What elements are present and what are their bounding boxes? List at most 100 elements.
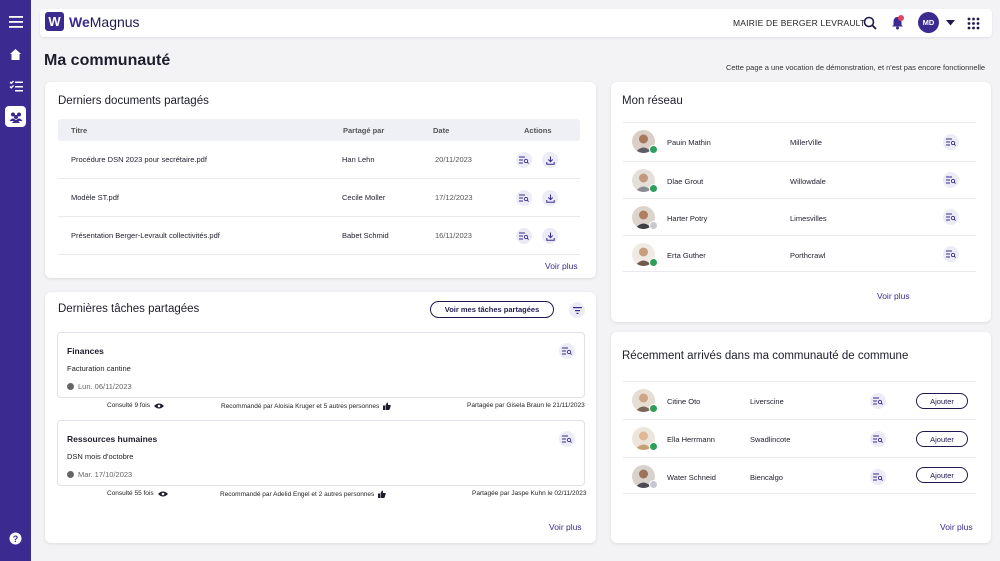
thumbs-up-icon bbox=[378, 490, 387, 498]
doc-date: 17/12/2023 bbox=[435, 193, 473, 202]
preview-icon[interactable] bbox=[559, 431, 575, 447]
online-status-icon bbox=[649, 145, 658, 154]
person-name[interactable]: Water Schneid bbox=[667, 473, 716, 482]
col-title: Titre bbox=[71, 126, 88, 135]
add-contact-button[interactable]: Ajouter bbox=[916, 467, 968, 483]
online-status-icon bbox=[649, 404, 658, 413]
tasks-card: Dernières tâches partagées Voir mes tâch… bbox=[45, 292, 596, 543]
person-name[interactable]: Dlae Grout bbox=[667, 177, 703, 186]
community-icon[interactable] bbox=[5, 106, 26, 127]
person-name[interactable]: Harter Potry bbox=[667, 214, 707, 223]
user-avatar[interactable]: MD bbox=[918, 12, 939, 33]
col-shared-by: Partagé par bbox=[343, 126, 385, 135]
profile-icon[interactable] bbox=[870, 393, 886, 409]
list-item[interactable]: Erta Guther Porthcrawl bbox=[623, 235, 976, 272]
person-name[interactable]: Citine Oto bbox=[667, 397, 700, 406]
list-item[interactable]: Citine Oto Liverscine Ajouter bbox=[623, 381, 976, 418]
home-icon[interactable] bbox=[5, 44, 26, 65]
task-shared-by: Partagée par Gisela Braun le 21/11/2023 bbox=[467, 402, 585, 409]
profile-icon[interactable] bbox=[870, 431, 886, 447]
documents-card: Derniers documents partagés Titre Partag… bbox=[45, 82, 596, 278]
page-title: Ma communauté bbox=[44, 52, 171, 69]
task-shared-by: Partagée par Jaspe Kuhn le 02/11/2023 bbox=[472, 490, 587, 497]
add-contact-button[interactable]: Ajouter bbox=[916, 393, 968, 409]
person-city: Porthcrawl bbox=[790, 251, 826, 260]
profile-icon[interactable] bbox=[870, 469, 886, 485]
menu-icon[interactable] bbox=[5, 11, 26, 32]
top-bar: W WeMagnus MAIRIE DE BERGER LEVRAULT MD bbox=[40, 9, 992, 37]
organization-name[interactable]: MAIRIE DE BERGER LEVRAULT bbox=[733, 18, 865, 28]
help-icon[interactable]: ? bbox=[5, 528, 26, 549]
task-subtitle: DSN mois d'octobre bbox=[67, 452, 134, 461]
list-item[interactable]: Pauin Mathin MillerVille bbox=[623, 122, 976, 159]
side-rail: ? bbox=[0, 0, 31, 561]
task-views: Consulté 9 fois bbox=[107, 402, 164, 409]
checklist-icon[interactable] bbox=[5, 75, 26, 96]
preview-icon[interactable] bbox=[559, 343, 575, 359]
col-actions: Actions bbox=[524, 126, 552, 135]
list-item[interactable]: Harter Potry Limesvilles bbox=[623, 198, 976, 235]
list-item[interactable]: Dlae Grout Willowdale bbox=[623, 161, 976, 198]
add-contact-button[interactable]: Ajouter bbox=[916, 431, 968, 447]
filter-icon[interactable] bbox=[569, 302, 585, 318]
table-row[interactable]: Procédure DSN 2023 pour secrétaire.pdf H… bbox=[58, 141, 580, 179]
person-city: Limesvilles bbox=[790, 214, 827, 223]
task-title: Finances bbox=[67, 346, 104, 356]
app-logo[interactable]: W WeMagnus bbox=[45, 12, 140, 31]
documents-table-header: Titre Partagé par Date Actions bbox=[58, 119, 580, 141]
person-name[interactable]: Ella Herrmann bbox=[667, 435, 715, 444]
preview-icon[interactable] bbox=[516, 190, 532, 206]
preview-icon[interactable] bbox=[516, 152, 532, 168]
eye-icon bbox=[157, 491, 168, 496]
doc-title[interactable]: Modèle ST.pdf bbox=[71, 193, 119, 202]
apps-grid-icon[interactable] bbox=[964, 14, 982, 32]
task-date: Mar. 17/10/2023 bbox=[67, 470, 132, 479]
network-card: Mon réseau Pauin Mathin MillerVille Dlae… bbox=[611, 82, 991, 322]
tasks-see-more-link[interactable]: Voir plus bbox=[549, 522, 582, 532]
profile-icon[interactable] bbox=[943, 172, 959, 188]
download-icon[interactable] bbox=[542, 152, 558, 168]
task-views: Consulté 55 fois bbox=[107, 490, 168, 497]
newcomers-see-more-link[interactable]: Voir plus bbox=[940, 522, 973, 532]
table-row[interactable]: Modèle ST.pdf Cecile Moller 17/12/2023 bbox=[58, 179, 580, 217]
task-recommended[interactable]: Recommandé par Adelid Engel et 2 autres … bbox=[220, 490, 387, 498]
clock-icon bbox=[67, 471, 74, 478]
doc-shared-by: Babet Schmid bbox=[342, 231, 389, 240]
doc-title[interactable]: Présentation Berger-Levrault collectivit… bbox=[71, 231, 220, 240]
documents-see-more-link[interactable]: Voir plus bbox=[545, 261, 578, 271]
col-date: Date bbox=[433, 126, 450, 135]
my-shared-tasks-button[interactable]: Voir mes tâches partagées bbox=[430, 301, 554, 318]
list-item[interactable]: Ella Herrmann Swadlincote Ajouter bbox=[623, 419, 976, 456]
task-card[interactable]: Finances Facturation cantine Lun. 06/11/… bbox=[57, 332, 585, 398]
task-card[interactable]: Ressources humaines DSN mois d'octobre M… bbox=[57, 420, 585, 486]
eye-icon bbox=[154, 403, 164, 408]
person-city: Liverscine bbox=[750, 397, 784, 406]
task-recommended[interactable]: Recommandé par Aloisia Kruger et 5 autre… bbox=[221, 402, 392, 410]
search-icon[interactable] bbox=[861, 14, 879, 32]
person-name[interactable]: Pauin Mathin bbox=[667, 138, 711, 147]
task-title: Ressources humaines bbox=[67, 434, 158, 444]
list-item[interactable]: Water Schneid Biencalgo Ajouter bbox=[623, 457, 976, 494]
doc-title[interactable]: Procédure DSN 2023 pour secrétaire.pdf bbox=[71, 155, 207, 164]
network-see-more-link[interactable]: Voir plus bbox=[877, 291, 910, 301]
download-icon[interactable] bbox=[542, 228, 558, 244]
newcomers-card: Récemment arrivés dans ma communauté de … bbox=[611, 332, 991, 543]
task-subtitle: Facturation cantine bbox=[67, 364, 131, 373]
logo-mark: W bbox=[45, 12, 64, 31]
profile-icon[interactable] bbox=[943, 134, 959, 150]
download-icon[interactable] bbox=[542, 190, 558, 206]
network-title: Mon réseau bbox=[622, 95, 683, 107]
doc-shared-by: Cecile Moller bbox=[342, 193, 386, 202]
person-name[interactable]: Erta Guther bbox=[667, 251, 706, 260]
chevron-down-icon[interactable] bbox=[941, 14, 959, 32]
profile-icon[interactable] bbox=[943, 209, 959, 225]
person-city: Willowdale bbox=[790, 177, 826, 186]
table-row[interactable]: Présentation Berger-Levrault collectivit… bbox=[58, 217, 580, 255]
documents-title: Derniers documents partagés bbox=[58, 95, 209, 107]
svg-text:?: ? bbox=[13, 534, 19, 544]
profile-icon[interactable] bbox=[943, 246, 959, 262]
preview-icon[interactable] bbox=[516, 228, 532, 244]
notification-badge bbox=[898, 15, 904, 21]
newcomers-title: Récemment arrivés dans ma communauté de … bbox=[622, 350, 909, 362]
doc-shared-by: Han Lehn bbox=[342, 155, 375, 164]
